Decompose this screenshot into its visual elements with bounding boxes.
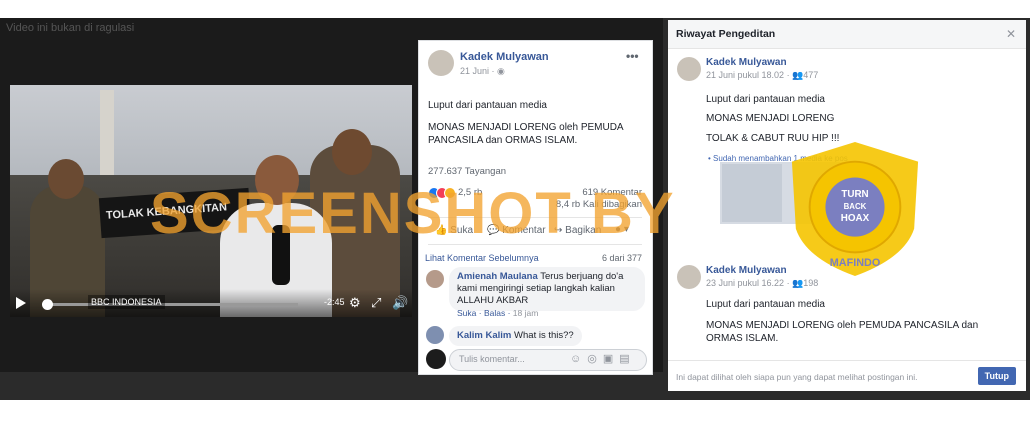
entry-line: MONAS MENJADI LORENG oleh PEMUDA PANCASI…: [706, 320, 979, 344]
progress-knob[interactable]: [42, 299, 53, 310]
comment-actions: Suka · Balas · 18 jam: [457, 308, 539, 318]
comment-pager: 6 dari 377: [601, 253, 642, 263]
friends-icon: 👥: [792, 278, 804, 288]
post-date: 21 Juni · ◉: [460, 66, 505, 76]
video-thumbnail-strip: [0, 372, 663, 400]
avatar[interactable]: [677, 57, 701, 81]
badge-bottom-text: MAFINDO: [830, 257, 881, 269]
post-text-line2: MONAS MENJADI LORENG oleh PEMUDA PANCASI…: [428, 122, 624, 146]
man-right-head: [332, 129, 372, 175]
entry-timestamp: 23 Juni pukul 16.22 · 👥198: [706, 278, 819, 288]
play-icon[interactable]: [16, 297, 26, 309]
comment-bubble: Amienah Maulana Terus berjuang do'a kami…: [449, 267, 645, 311]
comment-reply-link[interactable]: Balas: [484, 308, 505, 318]
badge-center-line3: HOAX: [841, 213, 870, 224]
comment-text: What is this??: [514, 330, 574, 341]
channel-logo: BBC INDONESIA: [88, 295, 165, 309]
time-remaining: -2:45: [324, 297, 345, 307]
avatar[interactable]: [426, 270, 444, 288]
entry-author[interactable]: Kadek Mulyawan: [706, 57, 787, 68]
comment-time: 18 jam: [512, 308, 539, 318]
globe-icon: ◉: [497, 66, 505, 76]
more-options-icon[interactable]: •••: [626, 49, 639, 63]
dialog-title: Riwayat Pengeditan: [676, 28, 776, 40]
dialog-footer: Ini dapat dilihat oleh siapa pun yang da…: [668, 360, 1026, 391]
badge-center-line2: BACK: [844, 202, 867, 211]
close-button[interactable]: Tutup: [977, 367, 1016, 385]
comment-input-icons[interactable]: ☺◎▣▤: [570, 352, 636, 365]
entry-line: Luput dari pantauan media: [706, 299, 825, 310]
mafindo-badge-logo: TURN BACK HOAX MAFINDO: [791, 141, 919, 277]
comment-like-link[interactable]: Suka: [457, 308, 476, 318]
post-text-line1: Luput dari pantauan media: [428, 100, 547, 111]
media-thumbnail: [722, 164, 782, 222]
video-controls: BBC INDONESIA -2:45 ⚙ ⤢ 🔊: [10, 289, 412, 317]
entry-author[interactable]: Kadek Mulyawan: [706, 265, 787, 276]
close-icon[interactable]: ✕: [1006, 27, 1016, 41]
backdrop-caption: Video ini bukan di ragulasi: [6, 22, 135, 34]
man-left-head: [48, 159, 84, 199]
screenshot-watermark: SCREENSHOT BY: [150, 181, 676, 246]
post-author[interactable]: Kadek Mulyawan: [460, 51, 549, 63]
footer-note: Ini dapat dilihat oleh siapa pun yang da…: [676, 372, 918, 382]
comment-author[interactable]: Kalim Kalim: [457, 330, 511, 341]
dialog-header: Riwayat Pengeditan ✕: [668, 20, 1026, 49]
entry-timestamp: 21 Juni pukul 18.02 · 👥477: [706, 70, 819, 80]
comment-placeholder: Tulis komentar...: [459, 354, 525, 364]
avatar[interactable]: [428, 50, 454, 76]
fullscreen-icon[interactable]: ⤢: [371, 295, 381, 311]
entry-line: Luput dari pantauan media: [706, 94, 825, 105]
avatar[interactable]: [426, 326, 444, 344]
entry-line: MONAS MENJADI LORENG: [706, 113, 835, 124]
view-count: 277.637 Tayangan: [428, 166, 507, 177]
volume-icon[interactable]: 🔊: [392, 295, 408, 311]
gear-icon[interactable]: ⚙: [349, 295, 361, 311]
comment-bubble: Kalim Kalim What is this??: [449, 326, 582, 346]
badge-center-line1: TURN: [841, 189, 868, 200]
comment-author[interactable]: Amienah Maulana: [457, 271, 538, 282]
progress-bar[interactable]: [46, 303, 298, 306]
avatar[interactable]: [677, 265, 701, 289]
avatar[interactable]: [426, 349, 446, 369]
comment-field[interactable]: Tulis komentar... ☺◎▣▤: [449, 349, 647, 371]
previous-comments-link[interactable]: Lihat Komentar Sebelumnya: [425, 253, 539, 263]
friends-icon: 👥: [792, 70, 804, 80]
